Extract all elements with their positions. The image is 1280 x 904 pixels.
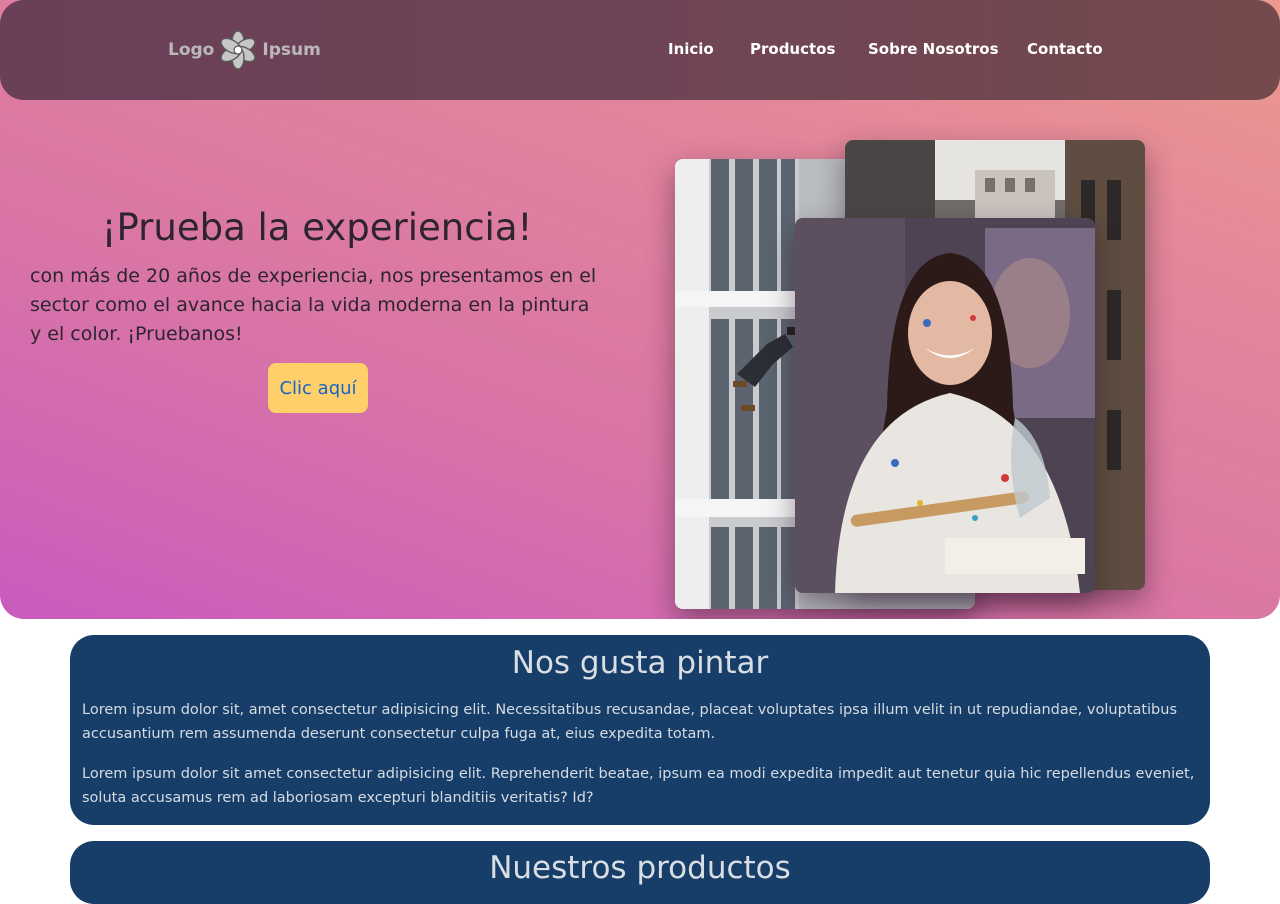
nav-link-inicio[interactable]: Inicio xyxy=(668,40,714,58)
products-title: Nuestros productos xyxy=(489,850,791,886)
about-paragraph-1: Lorem ipsum dolor sit, amet consectetur … xyxy=(82,702,1178,742)
about-paragraph-2: Lorem ipsum dolor sit amet consectetur a… xyxy=(82,766,1195,806)
about-section: Nos gusta pintar Lorem ipsum dolor sit, … xyxy=(70,635,1210,825)
main-nav: Inicio Productos Sobre Nosotros Contacto xyxy=(0,40,1280,64)
nav-link-productos[interactable]: Productos xyxy=(750,40,835,58)
nav-link-sobre-nosotros[interactable]: Sobre Nosotros xyxy=(868,40,999,58)
products-section: Nuestros productos xyxy=(70,841,1210,904)
smiling-painter-woman-photo xyxy=(795,218,1095,593)
site-header: Logo Ipsum Inicio Productos Sobre Nosotr… xyxy=(0,0,1280,100)
about-title: Nos gusta pintar xyxy=(511,645,769,681)
hero-description: con más de 20 años de experiencia, nos p… xyxy=(30,265,597,345)
cta-button[interactable]: Clic aquí xyxy=(268,363,368,413)
hero-title: ¡Prueba la experiencia! xyxy=(101,206,533,249)
nav-link-contacto[interactable]: Contacto xyxy=(1027,40,1103,58)
